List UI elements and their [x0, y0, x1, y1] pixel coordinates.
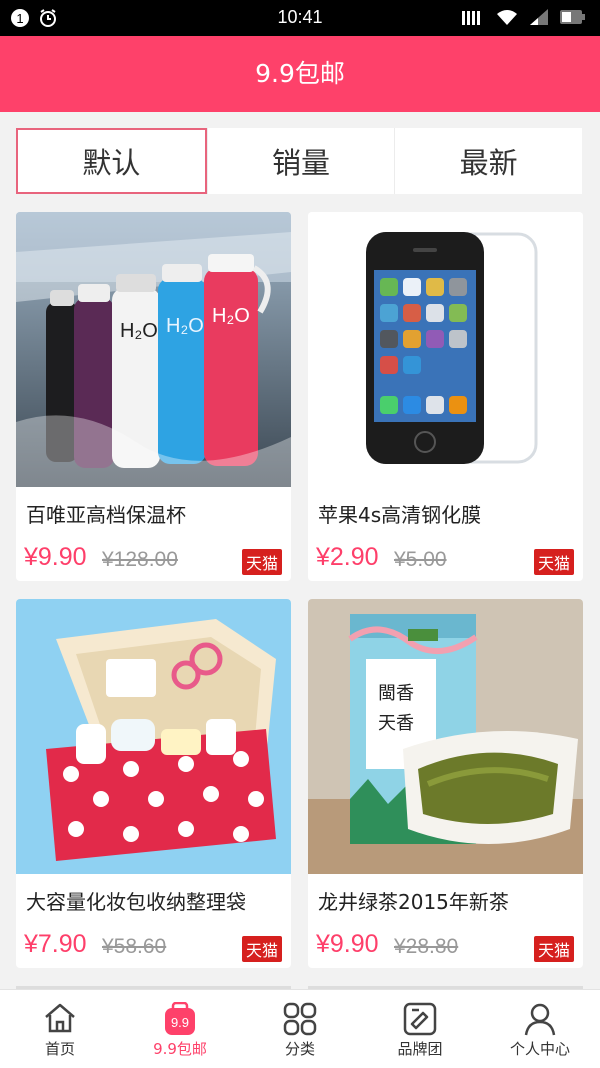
- user-icon: [524, 1003, 556, 1036]
- product-original-price: ¥28.80: [394, 935, 459, 958]
- svg-text:H₂O: H₂O: [212, 305, 250, 327]
- product-original-price: ¥58.60: [102, 935, 167, 958]
- sort-tabs: 默认 销量 最新: [16, 128, 582, 194]
- tmall-badge: 天猫: [533, 936, 574, 962]
- nav-label: 分类: [284, 1040, 315, 1058]
- product-price: ¥7.90: [24, 930, 87, 958]
- product-card[interactable]: 苹果4s高清钢化膜 ¥2.90 ¥5.00 天猫: [308, 212, 583, 581]
- page-title: 9.9包邮: [255, 59, 345, 88]
- brand-icon: [403, 1002, 437, 1036]
- svg-text:H₂O: H₂O: [120, 320, 158, 342]
- product-original-price: ¥5.00: [394, 548, 447, 571]
- svg-text:H₂O: H₂O: [166, 315, 204, 337]
- product-card[interactable]: H₂O H₂O H₂O 百唯亚高档保温杯 ¥9.90 ¥128.00 天猫: [16, 212, 291, 581]
- status-bar: 1 10:41: [0, 0, 600, 36]
- tab-default[interactable]: 默认: [16, 128, 207, 194]
- product-price: ¥9.90: [24, 543, 87, 571]
- nav-profile[interactable]: 个人中心: [480, 990, 600, 1068]
- battery-icon: [560, 10, 585, 24]
- category-grid-icon: [283, 1002, 317, 1036]
- product-name: 龙井绿茶2015年新茶: [318, 890, 509, 914]
- nav-9-9-free-shipping[interactable]: 9.9 9.9包邮: [120, 990, 240, 1068]
- wifi-icon: [497, 10, 517, 25]
- tab-sales[interactable]: 销量: [206, 128, 395, 194]
- nav-label: 品牌团: [397, 1040, 443, 1058]
- app-header: 9.9包邮: [0, 36, 600, 112]
- nav-label: 个人中心: [509, 1040, 570, 1058]
- green-tea-image: 閩香 天香: [308, 599, 583, 874]
- signal-strength-icon: [530, 9, 548, 25]
- bottom-nav: 首页 9.9 9.9包邮 分类 品牌团 个人中心: [0, 989, 600, 1068]
- nav-category[interactable]: 分类: [240, 990, 360, 1068]
- product-price: ¥9.90: [316, 930, 379, 958]
- nav-home[interactable]: 首页: [0, 990, 120, 1068]
- product-name: 百唯亚高档保温杯: [26, 503, 186, 527]
- product-card[interactable]: 閩香 天香 龙井绿茶2015年新茶 ¥9.90 ¥28.80 天猫: [308, 599, 583, 968]
- tmall-badge: 天猫: [241, 936, 282, 962]
- product-original-price: ¥128.00: [102, 548, 178, 571]
- svg-text:9.9: 9.9: [171, 1015, 189, 1030]
- price-tag-icon: 9.9: [165, 1002, 195, 1035]
- tmall-badge: 天猫: [533, 549, 574, 575]
- product-card[interactable]: 大容量化妆包收纳整理袋 ¥7.90 ¥58.60 天猫: [16, 599, 291, 968]
- nav-label: 首页: [44, 1040, 75, 1058]
- product-name: 苹果4s高清钢化膜: [318, 503, 482, 527]
- tab-newest[interactable]: 最新: [394, 128, 582, 194]
- signal-icon: [462, 11, 480, 25]
- product-name: 大容量化妆包收纳整理袋: [26, 890, 246, 914]
- nav-label: 9.9包邮: [153, 1040, 207, 1058]
- cosmetic-bag-image: [16, 599, 291, 874]
- nav-brand[interactable]: 品牌团: [360, 990, 480, 1068]
- tmall-badge: 天猫: [241, 549, 282, 575]
- thermos-bottles-image: H₂O H₂O H₂O: [16, 212, 291, 487]
- phone-screen-protector-image: [308, 212, 583, 487]
- product-price: ¥2.90: [316, 543, 379, 571]
- home-icon: [45, 1003, 75, 1033]
- svg-text:天香: 天香: [378, 713, 414, 734]
- svg-text:閩香: 閩香: [378, 683, 414, 704]
